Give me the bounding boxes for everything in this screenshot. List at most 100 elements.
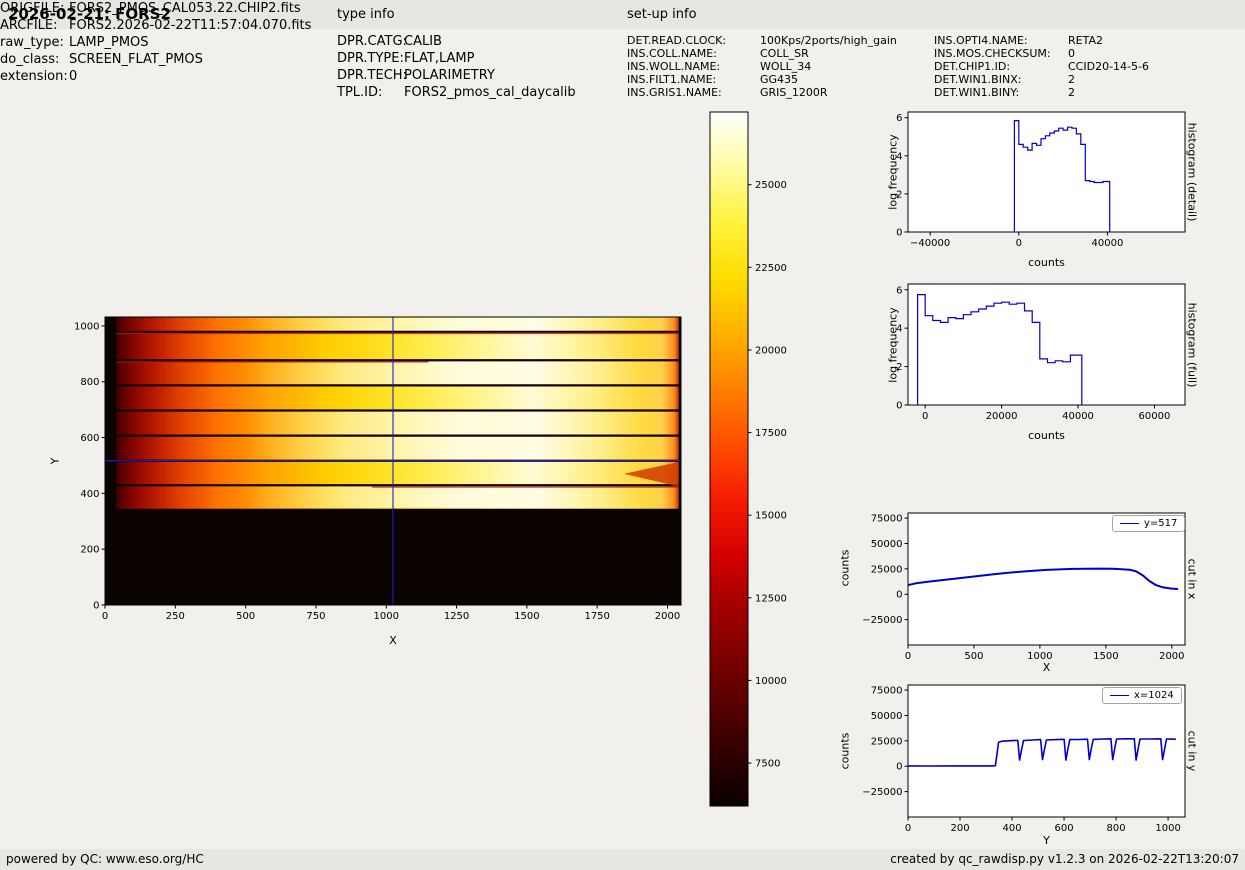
- setup-info-row: DET.WIN1.BINY: 2: [934, 86, 1149, 99]
- footer-credit-right: created by qc_rawdisp.py v1.2.3 on 2026-…: [890, 852, 1239, 866]
- legend-line-sample: [1110, 695, 1129, 696]
- svg-text:400: 400: [80, 489, 99, 500]
- file-info-row: raw_type: LAMP_PMOS: [0, 34, 311, 51]
- setup-info-col1: DET.READ.CLOCK: 100Kps/2ports/high_gain I…: [627, 34, 897, 99]
- field-value: FORS2_PMOS_CAL053.22.CHIP2.fits: [69, 1, 301, 16]
- hist-detail-xlabel: counts: [1028, 256, 1065, 269]
- file-info-row: ORIGFILE: FORS2_PMOS_CAL053.22.CHIP2.fits: [0, 0, 311, 17]
- setup-info-row: INS.GRIS1.NAME: GRIS_1200R: [627, 86, 897, 99]
- svg-text:800: 800: [80, 377, 99, 388]
- svg-text:7500: 7500: [755, 759, 780, 770]
- legend-label: y=517: [1144, 518, 1178, 529]
- svg-text:75000: 75000: [871, 686, 903, 697]
- svg-text:−25000: −25000: [862, 787, 902, 798]
- field-value: SCREEN_FLAT_PMOS: [69, 52, 203, 67]
- field-value: FORS2_pmos_cal_daycalib: [404, 85, 576, 100]
- svg-text:−25000: −25000: [862, 615, 902, 626]
- svg-text:20000: 20000: [986, 411, 1018, 422]
- plot-background: [908, 284, 1185, 405]
- setup-info-row: INS.WOLL.NAME: WOLL_34: [627, 60, 897, 73]
- image-bright-strip: [245, 486, 654, 508]
- type-info-row: DPR.TYPE:FLAT,LAMP: [337, 50, 576, 67]
- setup-info-row: INS.COLL.NAME: COLL_SR: [627, 47, 897, 60]
- legend-line-sample: [1120, 523, 1139, 524]
- svg-text:0: 0: [896, 762, 902, 773]
- field-value: FORS2.2026-02-22T11:57:04.070.fits: [69, 18, 312, 33]
- svg-text:0: 0: [896, 401, 902, 412]
- cut-x-ylabel: counts: [838, 549, 852, 587]
- field-label: DET.READ.CLOCK:: [627, 34, 727, 47]
- hist-detail-side-label: histogram (detail): [1185, 122, 1199, 222]
- svg-text:17500: 17500: [755, 428, 787, 439]
- file-info-row: extension:0: [0, 68, 311, 85]
- svg-text:2000: 2000: [655, 611, 680, 622]
- image-bright-strip: [245, 361, 654, 385]
- type-info-row: TPL.ID: FORS2_pmos_cal_daycalib: [337, 84, 576, 101]
- field-label: extension:: [0, 69, 68, 84]
- svg-text:25000: 25000: [755, 180, 787, 191]
- svg-text:6: 6: [896, 285, 902, 296]
- field-label: do_class:: [0, 52, 60, 67]
- field-value: FLAT,LAMP: [404, 51, 475, 66]
- svg-text:1000: 1000: [74, 321, 99, 332]
- image-xlabel: X: [389, 634, 397, 647]
- svg-text:0: 0: [896, 228, 902, 239]
- footer-credit-left: powered by QC: www.eso.org/HC: [6, 852, 204, 866]
- svg-text:40000: 40000: [1092, 238, 1124, 249]
- setup-info-row: DET.WIN1.BINX: 2: [934, 73, 1149, 86]
- field-value: RETA2: [1068, 34, 1103, 47]
- field-value: 100Kps/2ports/high_gain: [760, 34, 897, 47]
- svg-text:750: 750: [306, 611, 325, 622]
- field-label: INS.COLL.NAME:: [627, 47, 717, 60]
- svg-text:1500: 1500: [514, 611, 539, 622]
- svg-text:25000: 25000: [871, 736, 903, 747]
- svg-text:200: 200: [80, 545, 99, 556]
- field-label: TPL.ID:: [337, 85, 383, 100]
- setup-info-row: DET.CHIP1.ID: CCID20-14-5-6: [934, 60, 1149, 73]
- svg-text:0: 0: [102, 611, 108, 622]
- field-label: ORIGFILE:: [0, 1, 65, 16]
- svg-text:25000: 25000: [871, 564, 903, 575]
- field-label: DET.WIN1.BINY:: [934, 86, 1020, 99]
- svg-text:20000: 20000: [755, 345, 787, 356]
- field-label: INS.GRIS1.NAME:: [627, 86, 722, 99]
- field-label: DPR.TYPE:: [337, 51, 404, 66]
- file-info-block: ORIGFILE: FORS2_PMOS_CAL053.22.CHIP2.fits…: [0, 0, 311, 85]
- svg-text:600: 600: [80, 433, 99, 444]
- svg-text:250: 250: [166, 611, 185, 622]
- svg-text:1000: 1000: [374, 611, 399, 622]
- svg-text:1750: 1750: [584, 611, 609, 622]
- file-info-row: ARCFILE: FORS2.2026-02-22T11:57:04.070.fi…: [0, 17, 311, 34]
- field-value: 2: [1068, 73, 1075, 86]
- svg-text:60000: 60000: [1139, 411, 1171, 422]
- svg-text:1250: 1250: [444, 611, 469, 622]
- plot-background: [908, 112, 1185, 232]
- svg-text:50000: 50000: [871, 711, 903, 722]
- setup-info-heading: set-up info: [627, 7, 697, 22]
- svg-text:40000: 40000: [1062, 411, 1094, 422]
- field-label: raw_type:: [0, 35, 64, 50]
- field-label: DET.CHIP1.ID:: [934, 60, 1011, 73]
- svg-text:200: 200: [950, 823, 969, 834]
- image-bright-strip: [245, 318, 654, 331]
- plot-background: [908, 685, 1185, 817]
- image-bright-strip: [245, 436, 654, 460]
- cut-y-side-label: cut in y: [1185, 730, 1199, 772]
- svg-text:0: 0: [922, 411, 928, 422]
- field-value: POLARIMETRY: [404, 68, 495, 83]
- svg-text:400: 400: [1002, 823, 1021, 834]
- field-value: GRIS_1200R: [760, 86, 828, 99]
- field-label: INS.WOLL.NAME:: [627, 60, 721, 73]
- svg-text:0: 0: [896, 590, 902, 601]
- svg-text:0: 0: [1016, 238, 1022, 249]
- setup-info-row: DET.READ.CLOCK: 100Kps/2ports/high_gain: [627, 34, 897, 47]
- field-value: CCID20-14-5-6: [1068, 60, 1149, 73]
- field-label: INS.OPTI4.NAME:: [934, 34, 1028, 47]
- svg-text:800: 800: [1107, 823, 1126, 834]
- field-value: LAMP_PMOS: [69, 35, 149, 50]
- qc-report-page: 2026-02-21: FORS2 type info set-up info …: [0, 0, 1245, 870]
- type-info-row: DPR.TECH:POLARIMETRY: [337, 67, 576, 84]
- colorbar-gradient: [710, 112, 748, 806]
- image-bright-strip: [245, 411, 654, 435]
- svg-text:10000: 10000: [755, 676, 787, 687]
